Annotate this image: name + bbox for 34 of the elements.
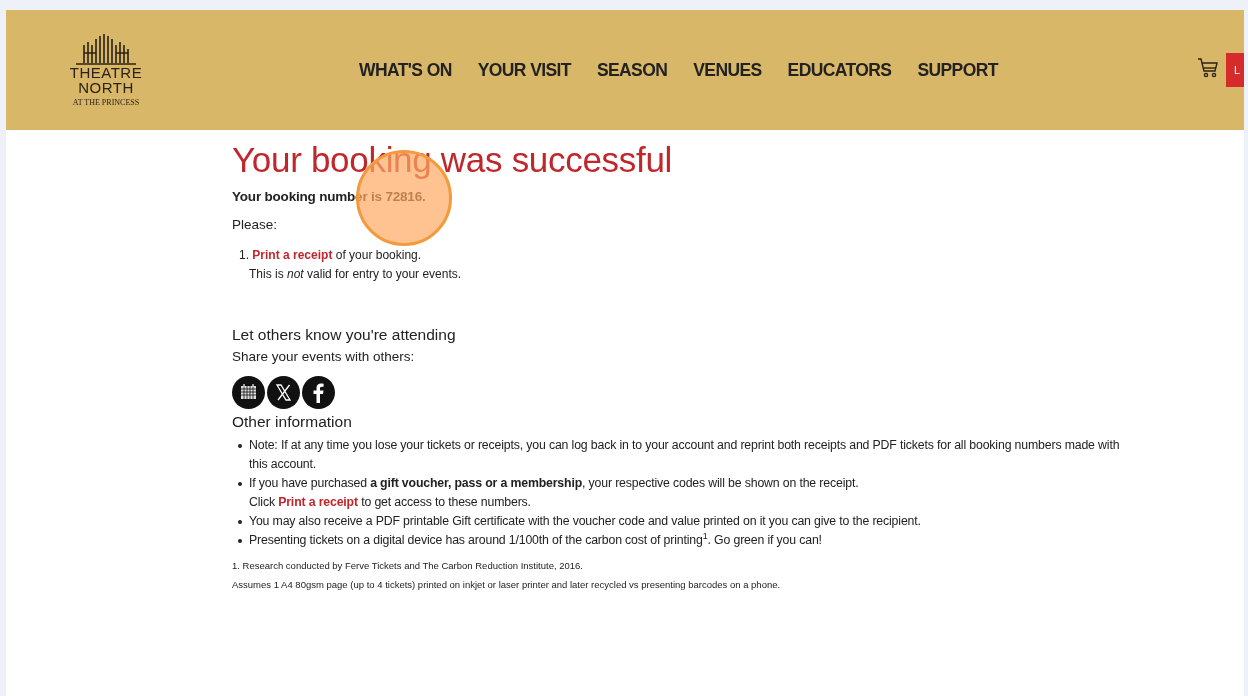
cart-icon[interactable] bbox=[1197, 57, 1219, 79]
share-text: Share your events with others: bbox=[232, 349, 416, 364]
bullet-icon bbox=[238, 520, 242, 524]
info-text: If you have purchased a gift voucher, pass or a membership, your respective codes will be shown on the receipt. bbox=[249, 475, 860, 492]
step-note: This is not valid for entry to your events. bbox=[248, 266, 463, 283]
nav-link[interactable]: SEASON bbox=[596, 59, 668, 81]
footnote-text: Assumes 1 A4 80gsm page (up to 4 tickets) printed on inkjet or laser printer and later recycled vs presenting barcodes on a phone. bbox=[232, 579, 782, 590]
info-text: Click Print a receipt to get access to these numbers. bbox=[249, 494, 532, 511]
bullet-icon bbox=[238, 539, 242, 543]
nav-link[interactable]: SUPPORT bbox=[917, 59, 998, 81]
login-button[interactable]: L bbox=[1226, 53, 1244, 87]
footnote-text: 1. Research conducted by Ferve Tickets and The Carbon Reduction Institute, 2016. bbox=[232, 560, 584, 571]
building-icon bbox=[74, 33, 138, 65]
info-text: You may also receive a PDF printable Gift certificate with the voucher code and value printed on it you can give to the recipient. bbox=[249, 513, 922, 530]
print-receipt-link[interactable]: Print a receipt bbox=[278, 495, 358, 509]
x-logo-icon[interactable] bbox=[267, 376, 300, 409]
print-receipt-link[interactable]: Print a receipt bbox=[252, 248, 333, 262]
nav-link[interactable]: VENUES bbox=[693, 59, 762, 81]
logo-text: THEATRE bbox=[69, 65, 143, 80]
bullet-icon bbox=[238, 482, 242, 486]
logo-text: NORTH bbox=[78, 80, 134, 95]
instruction-text: Please: bbox=[232, 217, 279, 232]
bullet-icon bbox=[238, 444, 242, 448]
facebook-icon[interactable] bbox=[302, 376, 335, 409]
calendar-icon[interactable] bbox=[232, 376, 265, 409]
nav-link[interactable]: EDUCATORS bbox=[787, 59, 892, 81]
nav-link[interactable]: YOUR VISIT bbox=[477, 59, 571, 81]
nav-link[interactable]: WHAT'S ON bbox=[359, 59, 452, 81]
step-text: 1. Print a receipt of your booking. bbox=[239, 247, 423, 264]
info-text: Presenting tickets on a digital device has around 1/100th of the carbon cost of printing$^{1}$. Go green if you can! bbox=[249, 531, 823, 549]
section-heading: Other information bbox=[232, 413, 353, 431]
section-heading: Let others know you're attending bbox=[232, 326, 457, 344]
logo-subtitle: AT THE PRINCESS bbox=[72, 98, 140, 107]
info-text: Note: If at any time you lose your tickets or receipts, you can log back in to your account and reprint both receipts and PDF tickets for all booking numbers made with this account. bbox=[249, 437, 1121, 473]
